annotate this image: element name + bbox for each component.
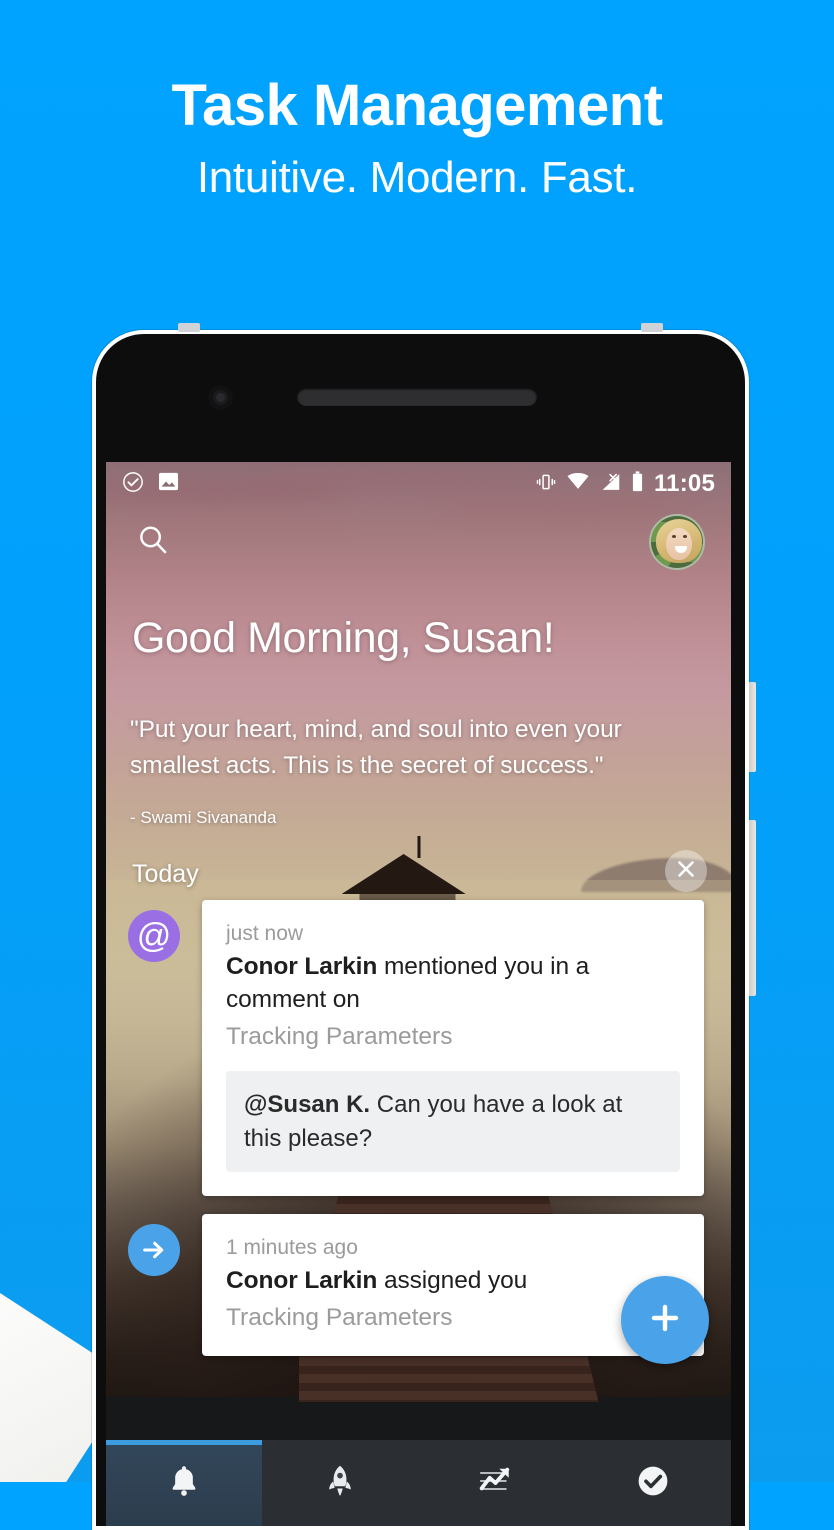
mention-at-icon: @ [128,910,180,962]
list-item[interactable]: 1 minutes ago Conor Larkin assigned you … [106,1214,731,1365]
page-title: Task Management [171,73,663,138]
promo-header: Task Management Intuitive. Modern. Fast. [0,0,834,300]
notification-object: Tracking Parameters [226,1304,453,1332]
comment-quote: @Susan K. Can you have a look at this pl… [226,1071,680,1173]
volume-rocker-button[interactable] [749,682,756,772]
rocket-icon [322,1463,358,1504]
notification-action: assigned you [377,1267,528,1295]
tab-tasks[interactable] [575,1440,731,1526]
phone-mockup: 11:05 Good Morning, Susan! "Put your hea… [92,323,756,1530]
add-button[interactable] [621,1276,709,1365]
tab-notifications[interactable] [106,1440,263,1526]
wifi-icon [567,472,589,495]
bell-icon [166,1463,202,1504]
notification-text: Conor Larkin mentioned you in a comment … [226,950,680,1016]
tab-activity[interactable] [419,1440,575,1526]
earpiece-speaker-icon [297,388,537,406]
image-icon [158,472,179,496]
plus-icon [645,1298,685,1343]
greeting-heading: Good Morning, Susan! [132,614,555,662]
tab-projects[interactable] [262,1440,418,1526]
search-button[interactable] [132,521,174,563]
section-label-today: Today [132,860,199,888]
quote-author: - Swami Sivananda [130,808,277,827]
notification-time: 1 minutes ago [226,1236,358,1260]
power-button[interactable] [749,820,756,996]
list-item[interactable]: @ just now Conor Larkin mentioned you in… [106,900,731,1197]
quote-text: "Put your heart, mind, and soul into eve… [130,716,622,779]
status-bar-time: 11:05 [653,470,715,497]
notification-text: Conor Larkin assigned you [226,1264,680,1297]
check-circle-icon [635,1463,671,1504]
page-subtitle: Intuitive. Modern. Fast. [196,152,638,202]
avatar[interactable] [649,514,705,570]
notification-feed: @ just now Conor Larkin mentioned you in… [106,900,731,1374]
check-circle-icon [122,471,144,498]
status-bar: 11:05 [106,462,731,506]
phone-antenna-notch-right [641,323,663,332]
search-icon [136,523,170,562]
battery-icon [632,471,643,497]
app-bar [106,506,731,578]
vibrate-icon [536,472,556,497]
phone-screen: 11:05 Good Morning, Susan! "Put your hea… [106,462,731,1526]
camera-lens-icon [210,387,231,408]
close-button[interactable] [665,850,707,892]
phone-antenna-notch-left [178,323,200,332]
notification-time: just now [226,922,304,945]
trending-up-icon [478,1464,516,1503]
close-icon [676,859,696,884]
bottom-navigation [106,1440,731,1526]
comment-mention: @Susan K. [244,1091,371,1119]
notification-actor: Conor Larkin [226,1267,378,1295]
notification-actor: Conor Larkin [226,953,378,980]
notification-card[interactable]: just now Conor Larkin mentioned you in a… [202,900,704,1197]
arrow-right-icon [128,1224,180,1277]
notification-object: Tracking Parameters [226,1023,453,1051]
signal-off-icon [600,473,621,496]
